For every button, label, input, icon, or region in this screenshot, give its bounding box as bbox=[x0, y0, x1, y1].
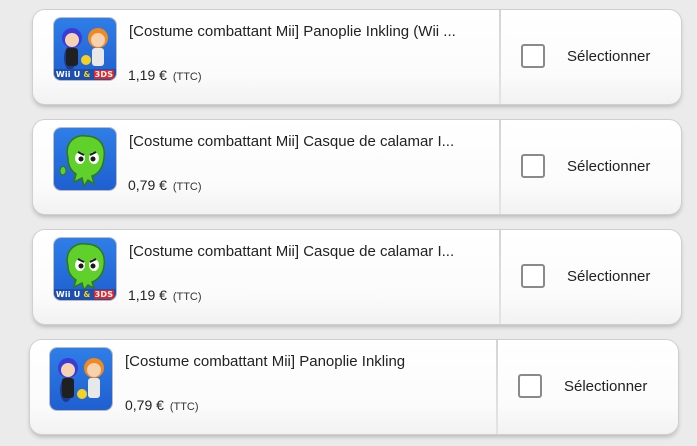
price-value: 0,79 € bbox=[128, 177, 167, 193]
platform-badge: Wii U & 3DS bbox=[54, 69, 116, 80]
dlc-list-item: [Costume combattant Mii] Casque de calam… bbox=[33, 120, 681, 214]
price-tax-suffix: (TTC) bbox=[169, 401, 199, 413]
price-value: 0,79 € bbox=[125, 397, 164, 413]
select-toggle[interactable]: Sélectionner bbox=[498, 340, 678, 434]
select-label[interactable]: Sélectionner bbox=[567, 158, 650, 175]
select-checkbox[interactable] bbox=[521, 154, 545, 178]
select-toggle[interactable]: Sélectionner bbox=[501, 10, 681, 104]
select-label[interactable]: Sélectionner bbox=[567, 48, 650, 65]
item-price: 0,79 € (TTC) bbox=[128, 177, 202, 193]
price-tax-suffix: (TTC) bbox=[172, 181, 202, 193]
select-checkbox[interactable] bbox=[521, 264, 545, 288]
select-checkbox[interactable] bbox=[518, 374, 542, 398]
dlc-list-item: Wii U & 3DS [Costume combattant Mii] Cas… bbox=[33, 230, 681, 324]
item-title: [Costume combattant Mii] Casque de calam… bbox=[129, 133, 455, 150]
dlc-list-item: [Costume combattant Mii] Panoplie Inklin… bbox=[30, 340, 678, 434]
select-checkbox[interactable] bbox=[521, 44, 545, 68]
item-price: 1,19 € (TTC) bbox=[128, 287, 202, 303]
select-toggle[interactable]: Sélectionner bbox=[501, 120, 681, 214]
dlc-list-item: Wii U & 3DS [Costume combattant Mii] Pan… bbox=[33, 10, 681, 104]
inkling-outfit-icon: Wii U & 3DS bbox=[54, 18, 116, 80]
price-tax-suffix: (TTC) bbox=[172, 291, 202, 303]
item-title: [Costume combattant Mii] Casque de calam… bbox=[129, 243, 455, 260]
item-title: [Costume combattant Mii] Panoplie Inklin… bbox=[129, 23, 456, 40]
select-label[interactable]: Sélectionner bbox=[564, 378, 647, 395]
item-price: 0,79 € (TTC) bbox=[125, 397, 199, 413]
inkling-outfit-icon bbox=[50, 348, 112, 410]
squid-hat-icon bbox=[54, 128, 116, 190]
select-toggle[interactable]: Sélectionner bbox=[501, 230, 681, 324]
item-title: [Costume combattant Mii] Panoplie Inklin… bbox=[125, 353, 406, 370]
select-label[interactable]: Sélectionner bbox=[567, 268, 650, 285]
price-tax-suffix: (TTC) bbox=[172, 71, 202, 83]
platform-badge: Wii U & 3DS bbox=[54, 289, 116, 300]
squid-hat-icon: Wii U & 3DS bbox=[54, 238, 116, 300]
price-value: 1,19 € bbox=[128, 67, 167, 83]
item-price: 1,19 € (TTC) bbox=[128, 67, 202, 83]
price-value: 1,19 € bbox=[128, 287, 167, 303]
